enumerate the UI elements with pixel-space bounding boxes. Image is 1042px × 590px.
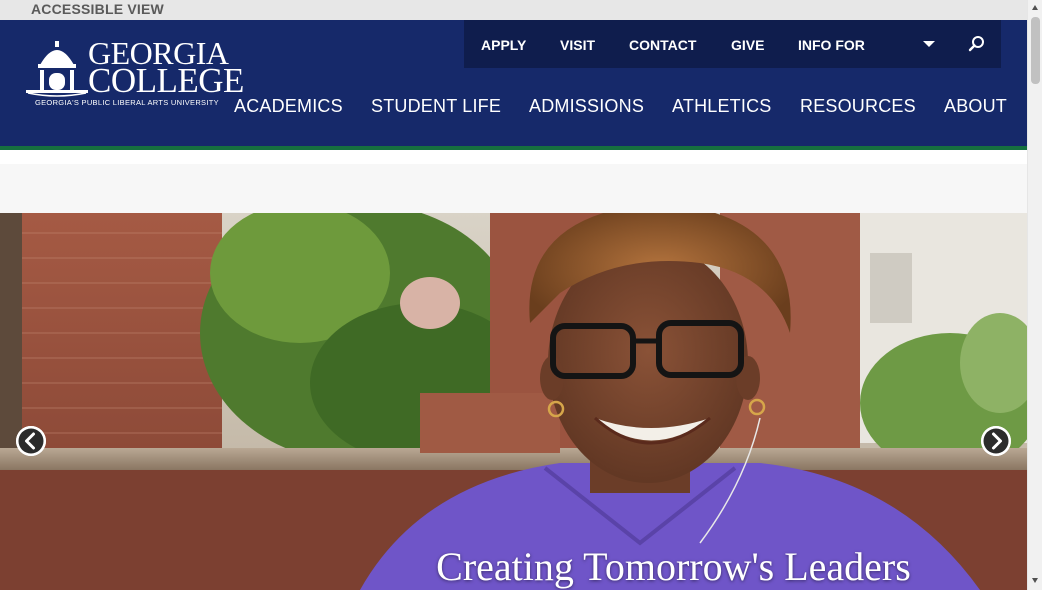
utility-apply-link[interactable]: APPLY [481, 37, 526, 53]
chevron-left-icon[interactable] [16, 426, 46, 456]
cupola-logo-icon [26, 41, 88, 97]
nav-athletics[interactable]: ATHLETICS [672, 96, 771, 117]
nav-academics[interactable]: ACADEMICS [234, 96, 343, 117]
utility-nav: APPLY VISIT CONTACT GIVE INFO FOR [464, 20, 1001, 68]
scroll-down-arrow-icon[interactable] [1032, 578, 1038, 583]
hero-slider: Creating Tomorrow's Leaders [0, 213, 1027, 590]
hero-photo [0, 213, 1027, 590]
chevron-right-icon[interactable] [981, 426, 1011, 456]
nav-about[interactable]: ABOUT [944, 96, 1007, 117]
scrollbar-thumb[interactable] [1031, 17, 1040, 84]
accessible-view-bar: ACCESSIBLE VIEW [0, 0, 1027, 20]
nav-student-life[interactable]: STUDENT LIFE [371, 96, 501, 117]
page: ACCESSIBLE VIEW GEORGIA COLLEGE GEORGIA'… [0, 0, 1027, 590]
search-icon[interactable] [968, 35, 986, 53]
scroll-up-arrow-icon[interactable] [1032, 5, 1038, 10]
alert-banner-area [0, 150, 1027, 213]
main-nav: ACADEMICS STUDENT LIFE ADMISSIONS ATHLET… [0, 96, 1027, 120]
utility-give-link[interactable]: GIVE [731, 37, 764, 53]
vertical-scrollbar[interactable] [1027, 0, 1042, 590]
nav-resources[interactable]: RESOURCES [800, 96, 916, 117]
accessible-view-link[interactable]: ACCESSIBLE VIEW [31, 1, 164, 17]
utility-contact-link[interactable]: CONTACT [629, 37, 696, 53]
utility-visit-link[interactable]: VISIT [560, 37, 595, 53]
logo-line-college: COLLEGE [88, 61, 244, 100]
caret-down-icon[interactable] [923, 41, 935, 47]
nav-admissions[interactable]: ADMISSIONS [529, 96, 644, 117]
hero-caption: Creating Tomorrow's Leaders [436, 544, 911, 589]
utility-info-for-link[interactable]: INFO FOR [798, 37, 865, 53]
